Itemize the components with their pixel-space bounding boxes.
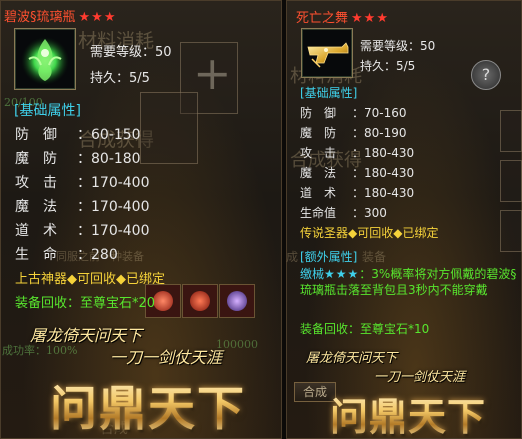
attr-value: 70-160 bbox=[364, 106, 407, 120]
attr-row: 魔 防：80-190 bbox=[300, 126, 407, 140]
bg-slot-box bbox=[500, 110, 522, 152]
item-tooltip-left: 材料消耗 合成获得 + 20/100 同服之前一种装备 成功率：100% 100… bbox=[0, 0, 282, 439]
attr-name: 魔 法 bbox=[15, 199, 57, 215]
star-rating: ★★★ bbox=[78, 10, 117, 25]
attr-name: 魔 防 bbox=[300, 126, 337, 140]
extra-attributes-heading: [额外属性] bbox=[300, 250, 358, 264]
attr-name: 防 御 bbox=[300, 106, 337, 120]
attr-name: 生 命 bbox=[15, 247, 57, 263]
attr-row: 魔 法：170-400 bbox=[15, 196, 150, 216]
attr-row: 防 御：60-150 bbox=[15, 124, 141, 144]
attr-name: 生命值 bbox=[300, 206, 337, 220]
attr-row: 魔 防：80-180 bbox=[15, 148, 141, 168]
recycle-info: 装备回收：至尊宝石*20 bbox=[15, 296, 156, 311]
attr-value: 170-400 bbox=[91, 223, 150, 239]
attr-row: 魔 法：180-430 bbox=[300, 166, 415, 180]
attr-value: 180-430 bbox=[364, 186, 415, 200]
extra-attribute-text: 缴械★★★：3%概率将对方佩戴的碧波§琉璃瓶击落至背包且3秒内不能穿戴 bbox=[300, 266, 518, 298]
item-title: 死亡之舞 ★★★ bbox=[296, 7, 389, 26]
item-tooltip-right: 材料消耗 合成获得 成 装备 ? 死亡之舞★★★ 需要等级：50 持久：5/5 … bbox=[286, 0, 522, 439]
bg-slot-box-2 bbox=[500, 160, 522, 202]
question-mark-icon: ? bbox=[481, 65, 491, 84]
item-tags: 传说圣器◆可回收◆已绑定 bbox=[300, 226, 439, 240]
recycle-info: 装备回收：至尊宝石*10 bbox=[300, 322, 430, 336]
attr-name: 防 御 bbox=[15, 127, 57, 143]
base-attributes-heading: [基础属性] bbox=[14, 103, 81, 119]
attr-name: 魔 防 bbox=[15, 151, 57, 167]
bg-extra-text-2: 装备 bbox=[362, 250, 387, 264]
base-attributes-heading: [基础属性] bbox=[300, 86, 358, 100]
slogan-line-1: 屠龙倚天问天下 bbox=[30, 326, 143, 345]
attr-value: 180-430 bbox=[364, 166, 415, 180]
extra-attr-stars: ★★★ bbox=[324, 267, 360, 281]
bg-plus-icon: + bbox=[193, 46, 232, 100]
durability: 持久：5/5 bbox=[360, 59, 416, 73]
attr-value: 170-400 bbox=[91, 175, 150, 191]
slogan-line-2: 一刀一剑仗天涯 bbox=[110, 348, 223, 367]
attr-row: 生命值 ：300 bbox=[300, 206, 387, 220]
attr-value: 60-150 bbox=[91, 127, 141, 143]
attr-name: 魔 法 bbox=[300, 166, 337, 180]
reward-slot bbox=[182, 284, 218, 318]
bg-extra-text: 成 bbox=[286, 250, 299, 264]
item-tags: 上古神器◆可回收◆已绑定 bbox=[15, 272, 165, 287]
required-level: 需要等级：50 bbox=[360, 39, 436, 53]
slogan-line-2: 一刀一剑仗天涯 bbox=[374, 370, 466, 385]
attr-name: 攻 击 bbox=[300, 146, 337, 160]
required-level: 需要等级：50 bbox=[90, 45, 172, 60]
star-rating: ★★★ bbox=[351, 11, 389, 26]
bg-slot-box-2 bbox=[140, 92, 198, 164]
brand-logo: 问鼎天下 bbox=[330, 386, 486, 439]
reward-slot bbox=[219, 284, 255, 318]
attr-value: 280 bbox=[91, 247, 118, 263]
attr-name: 攻 击 bbox=[15, 175, 57, 191]
durability: 持久：5/5 bbox=[90, 71, 150, 86]
attr-row: 生 命：280 bbox=[15, 244, 118, 264]
item-icon-frame bbox=[301, 28, 353, 78]
bg-slot-box-3 bbox=[500, 210, 522, 252]
attr-row: 攻 击：180-430 bbox=[300, 146, 415, 160]
bg-num-text: 100000 bbox=[216, 338, 258, 351]
attr-row: 防 御：70-160 bbox=[300, 106, 407, 120]
attr-name: 道 术 bbox=[300, 186, 337, 200]
golden-gun-icon bbox=[307, 42, 349, 68]
extra-attr-name: 缴械 bbox=[300, 267, 325, 281]
slogan-line-1: 屠龙倚天问天下 bbox=[306, 351, 398, 366]
brand-logo: 问鼎天下 bbox=[50, 370, 246, 439]
item-name: 死亡之舞 bbox=[296, 11, 349, 26]
attr-row: 道 术：170-400 bbox=[15, 220, 150, 240]
attr-value: 180-430 bbox=[364, 146, 415, 160]
attr-row: 道 术：180-430 bbox=[300, 186, 415, 200]
attr-name: 道 术 bbox=[15, 223, 57, 239]
attr-value: 80-190 bbox=[364, 126, 407, 140]
item-icon-frame bbox=[14, 28, 76, 90]
item-name: 碧波§琉璃瓶 bbox=[4, 10, 76, 25]
attr-row: 攻 击：170-400 bbox=[15, 172, 150, 192]
item-title: 碧波§琉璃瓶 ★★★ bbox=[4, 6, 116, 25]
attr-value: 300 bbox=[364, 206, 387, 220]
merge-button-label: 合成 bbox=[302, 385, 327, 399]
attr-value: 80-180 bbox=[91, 151, 141, 167]
green-spirit-vase-icon bbox=[21, 37, 69, 85]
attr-value: 170-400 bbox=[91, 199, 150, 215]
help-button[interactable]: ? bbox=[471, 60, 501, 90]
